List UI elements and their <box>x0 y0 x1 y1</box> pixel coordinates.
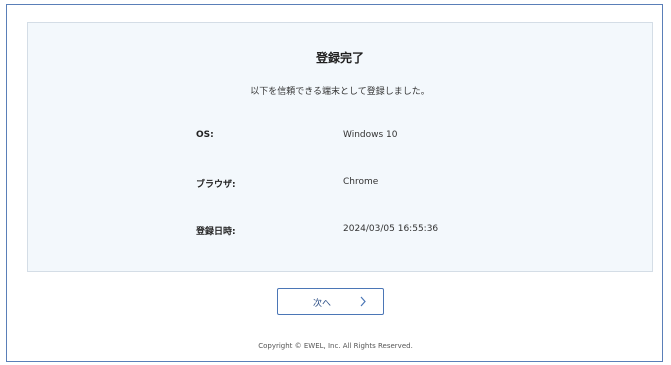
os-label: OS: <box>196 130 214 140</box>
browser-value: Chrome <box>343 177 379 187</box>
completion-message: 以下を信頼できる端末として登録しました。 <box>250 87 430 97</box>
page-title: 登録完了 <box>315 51 364 65</box>
copyright-text: Copyright © EWEL, Inc. All Rights Reserv… <box>258 342 413 350</box>
registered-at-value: 2024/03/05 16:55:36 <box>343 224 439 234</box>
registration-complete-card: 登録完了 以下を信頼できる端末として登録しました。 OS: Windows 10… <box>27 22 653 272</box>
browser-label: ブラウザ: <box>196 180 236 190</box>
next-button-label: 次へ <box>313 299 332 309</box>
chevron-right-icon <box>360 296 366 307</box>
os-value: Windows 10 <box>343 130 398 140</box>
next-button[interactable]: 次へ <box>277 288 384 315</box>
registered-at-label: 登録日時: <box>196 227 236 237</box>
